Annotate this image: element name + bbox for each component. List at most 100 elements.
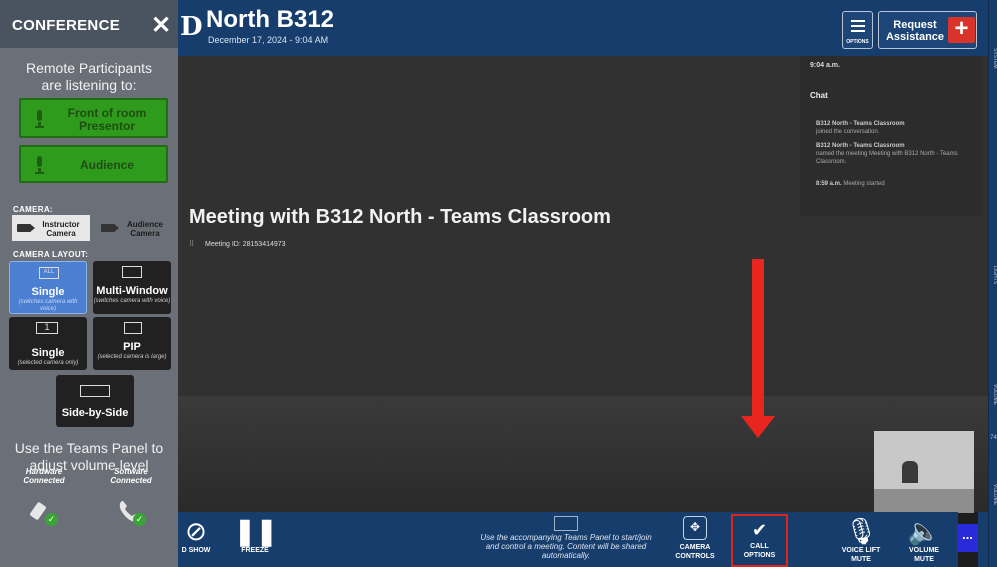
options-button[interactable]: OPTIONS [842,11,873,49]
layout-multi-sub: (switches camera with voice) [93,298,171,304]
layout-pip-sub: (selected camera is large) [97,354,167,360]
freeze-button[interactable]: ❚❚ FREEZE [234,516,278,555]
audience-cam-line1: Audience [126,220,163,229]
chat-item-sender: B312 North - Teams Classroom [816,143,905,149]
voice-lift-line2: MUTE [851,556,871,563]
chat-item: B312 North - Teams Classroom named the m… [816,142,966,166]
request-assistance-button[interactable]: Request Assistance + [878,11,977,49]
more-icon[interactable]: ... [957,524,978,552]
voice-lift-mute-button[interactable]: 🎙 VOICE LIFT MUTE [833,516,889,564]
audience-camera-label: Audience Camera [120,220,170,238]
layout-side-by-side-button[interactable]: Side-by-Side [56,375,134,427]
volume-value: 74 [990,435,997,441]
bottom-corner [978,512,988,567]
front-label-line2: Presentor [78,119,136,133]
voice-lift-mic-icon: 🎙 [844,516,878,546]
close-icon[interactable]: ✕ [151,11,171,40]
call-options-line2: OPTIONS [743,552,776,559]
request-line2: Assistance [885,31,945,43]
teams-panel-note-text: Use the accompanying Teams Panel to star… [480,533,652,560]
chat-item-text: Meeting started [843,181,885,187]
lights-label[interactable]: LIGHTS [989,255,997,295]
call-options-icon: ✔ [751,520,768,540]
hardware-connected-icon: ✓ [28,497,58,527]
layout-pip-title: PIP [123,341,141,353]
chat-time: 9:04 a.m. [810,62,840,69]
camera-controls-line2: CONTROLS [675,553,715,560]
chat-item: B312 North - Teams Classroom joined the … [816,120,966,136]
header-bar: D North B312 December 17, 2024 - 9:04 AM… [178,0,988,56]
request-line1: Request [893,19,937,31]
layout-single-button[interactable]: ALL Single (switches camera with voice) [9,261,87,314]
camera-controls-button[interactable]: ✥ CAMERA CONTROLS [672,516,718,561]
chat-item-text: joined the conversation. [816,129,880,135]
microphone-icon [35,110,44,128]
layout-single-title: Single [31,286,65,298]
volume-icon: 🔈 [907,516,941,546]
layout-single-only-button[interactable]: 1 Single (selected camera only) [9,317,87,370]
volume-label-2[interactable]: VOLUME [989,475,997,515]
self-view-desk [874,489,974,513]
layout-single-only-sub: (selected camera only) [17,360,79,366]
front-of-room-label: Front of room Presentor [57,107,157,133]
remote-participants-text: Remote Participants are listening to: [0,60,178,94]
camera-icon [17,224,35,232]
instructor-camera-button[interactable]: Instructor Camera [12,215,90,241]
front-of-room-source-button[interactable]: Front of room Presentor [19,98,168,138]
layout-pip-button[interactable]: PIP (selected camera is large) [93,317,171,370]
check-icon: ✓ [133,513,146,526]
chat-item-time: 8:59 a.m. [816,181,842,187]
teams-panel-instructions: Use the accompanying Teams Panel to star… [476,516,656,560]
meeting-id: Meeting ID: 28153414973 [205,241,286,248]
annotation-arrow [752,259,764,419]
voice-lift-label: VOICE LIFT MUTE [833,546,889,564]
camera-controls-icon: ✥ [683,516,707,540]
software-line1: Software [114,467,148,476]
multi-window-icon [122,266,142,278]
call-options-label: CALL OPTIONS [733,542,786,560]
audience-camera-button[interactable]: Audience Camera [96,215,172,241]
system-label[interactable]: SYSTEM [989,38,997,78]
right-control-strip: SYSTEM LIGHTS VOLUME 74 VOLUME [988,0,997,567]
meeting-id-icon: ⠿ [189,241,195,248]
microphone-icon [35,156,44,174]
layout-multi-title: Multi-Window [96,285,168,297]
phone-icon: ✓ [116,497,146,527]
instructor-line2: Camera [46,229,76,238]
layout-multi-window-button[interactable]: Multi-Window (switches camera with voice… [93,261,171,314]
room-floor-background [178,396,988,512]
hardware-connected-label: Hardware Connected [9,467,79,485]
volume-line2: MUTE [914,556,934,563]
camera-controls-line1: CAMERA [679,544,711,551]
camera-section-label: CAMERA: [13,205,53,214]
conference-title: CONFERENCE [12,17,121,34]
layout-side-title: Side-by-Side [61,407,129,419]
software-connected-label: Software Connected [96,467,166,485]
audience-cam-line2: Camera [130,229,160,238]
bottom-control-bar: ⊘ D SHOW ❚❚ FREEZE Use the accompanying … [178,512,958,567]
call-options-button[interactable]: ✔ CALL OPTIONS [731,514,788,567]
remote-text-line1: Remote Participants [25,60,153,76]
camera-controls-label: CAMERA CONTROLS [672,543,718,561]
room-date: December 17, 2024 - 9:04 AM [208,35,329,45]
audience-source-button[interactable]: Audience [19,145,168,183]
software-line2: Connected [110,476,152,485]
options-label: OPTIONS [846,39,869,45]
volume-slider-label[interactable]: VOLUME [989,375,997,415]
chat-item: 8:59 a.m. Meeting started [816,180,966,188]
self-view-person [902,461,918,483]
chat-panel: 9:04 a.m. Chat B312 North - Teams Classr… [800,56,982,216]
plus-icon: + [948,17,975,43]
audience-label: Audience [79,158,134,172]
hardware-line1: Hardware [25,467,63,476]
chat-item-sender: B312 North - Teams Classroom [816,121,905,127]
meeting-display: Meeting with B312 North - Teams Classroo… [178,56,988,513]
instructor-camera-label: Instructor Camera [36,220,86,238]
self-view-video [874,431,974,513]
layout-single-sub: (switches camera with voice) [18,299,78,312]
show-button[interactable]: ⊘ D SHOW [178,516,214,555]
volume-mute-button[interactable]: 🔈 VOLUME MUTE [900,516,948,564]
camera-icon [101,224,119,232]
freeze-icon: ❚❚ [234,516,278,546]
camera-layout-label: CAMERA LAYOUT: [13,250,89,259]
